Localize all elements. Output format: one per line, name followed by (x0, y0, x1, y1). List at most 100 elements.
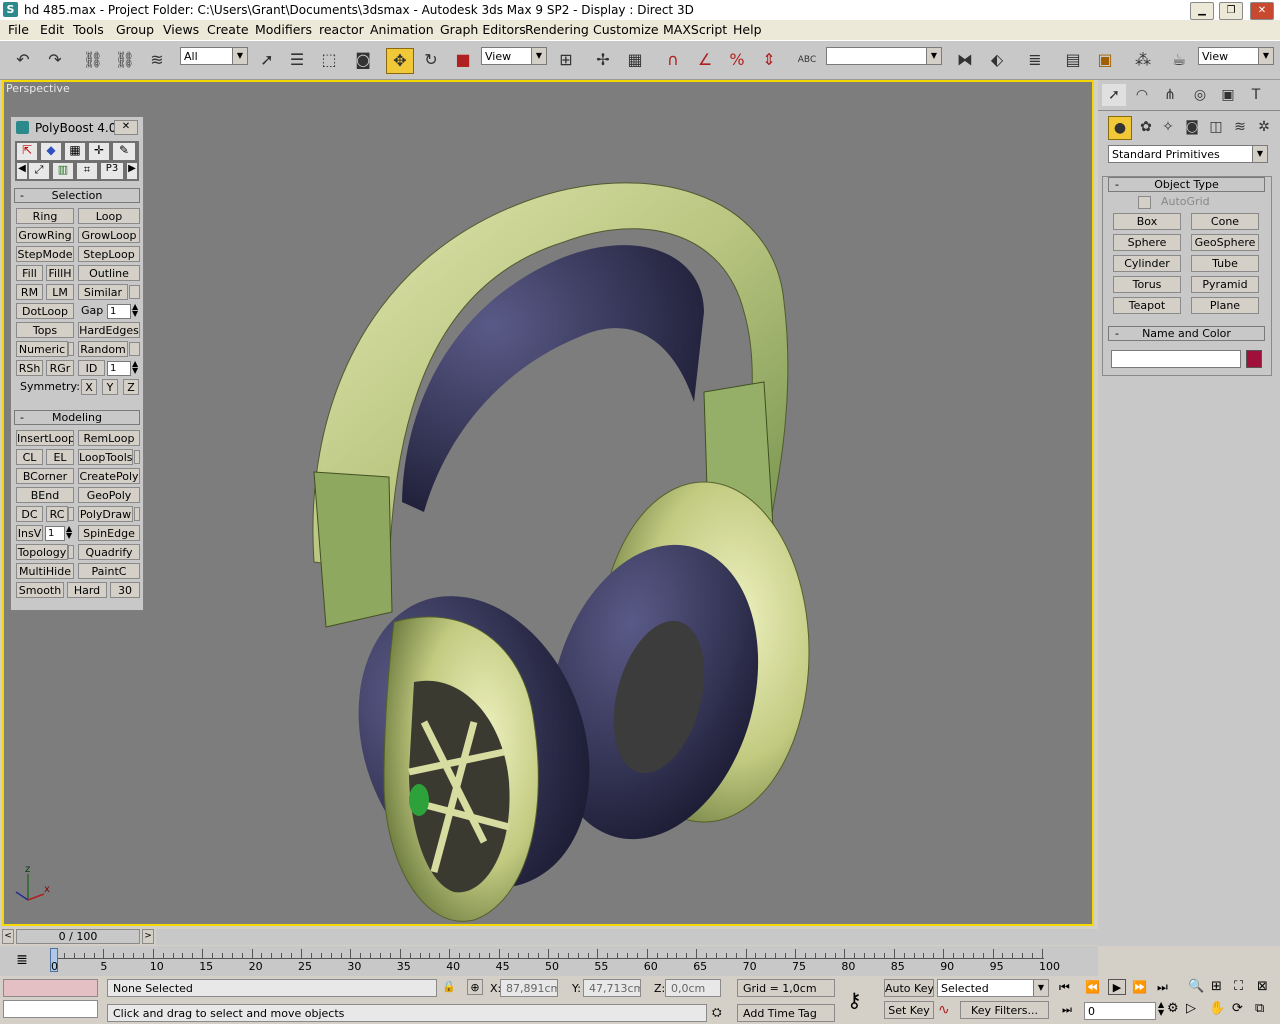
zoom-extents-icon[interactable]: ⛶ (1234, 979, 1243, 994)
quadrify-button[interactable]: Quadrify (78, 544, 140, 560)
symmetry-y-button[interactable]: Y (102, 379, 118, 395)
rc-button[interactable]: RC (46, 506, 68, 522)
pan-icon[interactable]: ✋ (1209, 1001, 1225, 1016)
select-and-move-icon[interactable]: ✥ (386, 48, 414, 74)
symmetry-x-button[interactable]: X (81, 379, 97, 395)
numeric-options-button[interactable] (68, 342, 74, 356)
geosphere-button[interactable]: GeoSphere (1191, 234, 1259, 251)
insv-spinner-arrows-icon[interactable]: ▲ ▼ (66, 525, 72, 540)
paint-mode-icon[interactable]: ✎ (113, 143, 135, 160)
minimize-button[interactable]: ▁ (1190, 2, 1214, 20)
track-bar[interactable]: ≣ 0 5 10 15 20 25 30 35 40 45 50 55 60 65 70 75 80 85 90 95… (0, 946, 1098, 976)
systems-icon[interactable]: ✲ (1252, 116, 1276, 138)
select-and-manipulate-icon[interactable]: ✢ (590, 48, 616, 72)
time-tag-icon[interactable]: ⛭ (712, 1005, 722, 1020)
select-and-scale-icon[interactable]: ■ (450, 48, 476, 72)
percent-snap-icon[interactable]: % (724, 48, 750, 72)
gap-spinner[interactable]: 1 (107, 304, 131, 319)
smooth-angle-button[interactable]: 30 (110, 582, 140, 598)
paintc-button[interactable]: PaintC (78, 563, 140, 579)
mirror-icon[interactable]: ⧓ (952, 48, 978, 72)
zoom-icon[interactable]: 🔍 (1188, 979, 1204, 994)
rc-options-button[interactable] (68, 507, 74, 521)
helpers-icon[interactable]: ◫ (1204, 116, 1228, 138)
next-frame-icon[interactable]: > (142, 929, 154, 944)
box-button[interactable]: Box (1113, 213, 1181, 230)
key-filters-button[interactable]: Key Filters... (960, 1001, 1049, 1019)
menu-edit[interactable]: Edit (40, 22, 64, 37)
sphere-button[interactable]: Sphere (1113, 234, 1181, 251)
topology-options-button[interactable] (68, 545, 74, 559)
y-coordinate-field[interactable]: 47,713cm (583, 979, 641, 997)
fillh-button[interactable]: FillH (46, 265, 74, 281)
menu-animation[interactable]: Animation (370, 22, 434, 37)
material-editor-icon[interactable]: ⁂ (1130, 48, 1156, 72)
redo-icon[interactable]: ↷ (42, 48, 68, 72)
reference-coordinate-dropdown[interactable]: View ▼ (481, 47, 547, 65)
next-frame-icon-btn[interactable]: ⏩ (1132, 980, 1147, 994)
current-frame-field[interactable]: 0 (1084, 1002, 1156, 1020)
id-spinner[interactable]: 1 (107, 361, 131, 376)
undo-icon[interactable]: ↶ (10, 48, 36, 72)
object-type-header[interactable]: - Object Type (1108, 177, 1265, 192)
field-of-view-icon[interactable]: ▷ (1186, 1001, 1196, 1016)
pyramid-button[interactable]: Pyramid (1191, 276, 1259, 293)
maxscript-input-mini[interactable] (3, 1000, 98, 1018)
unlink-icon[interactable]: ⛓ (112, 48, 138, 72)
lights-icon[interactable]: ✧ (1156, 116, 1180, 138)
motion-tab-icon[interactable]: ◎ (1188, 84, 1212, 106)
numeric-button[interactable]: Numeric (16, 341, 68, 357)
looptools-button[interactable]: LoopTools (78, 449, 133, 465)
add-mode-icon[interactable]: ✛ (89, 143, 109, 160)
pb-mode-icon[interactable]: P3 (101, 163, 123, 179)
select-and-link-icon[interactable]: ⛓ (80, 48, 106, 72)
stepmode-button[interactable]: StepMode (16, 246, 74, 262)
rgr-button[interactable]: RGr (46, 360, 74, 376)
time-slider-thumb[interactable]: 0 / 100 (16, 929, 140, 944)
render-scene-icon[interactable]: ☕ (1166, 48, 1192, 72)
similar-button[interactable]: Similar (78, 284, 128, 300)
utilities-tab-icon[interactable]: T (1244, 84, 1268, 106)
create-tab-icon[interactable]: ➚ (1102, 84, 1126, 106)
fill-button[interactable]: Fill (16, 265, 43, 281)
select-and-rotate-icon[interactable]: ↻ (418, 48, 444, 72)
modeling-rollout-header[interactable]: - Modeling (14, 410, 140, 425)
restore-button[interactable]: ❐ (1219, 2, 1243, 20)
geometry-icon[interactable]: ● (1108, 116, 1132, 140)
plane-button[interactable]: Plane (1191, 297, 1259, 314)
polyboost-close-icon[interactable]: ✕ (114, 120, 138, 135)
select-object-icon[interactable]: ➚ (254, 48, 280, 72)
smooth-button[interactable]: Smooth (16, 582, 64, 598)
select-by-name-icon[interactable]: ☰ (284, 48, 310, 72)
polydraw-options-button[interactable] (134, 507, 140, 521)
selection-lock-icon[interactable]: 🔒 (442, 980, 456, 993)
growloop-button[interactable]: GrowLoop (78, 227, 140, 243)
hard-button[interactable]: Hard (67, 582, 107, 598)
time-slider[interactable]: < 0 / 100 > (2, 929, 156, 945)
menu-views[interactable]: Views (163, 22, 199, 37)
display-tab-icon[interactable]: ▣ (1216, 84, 1240, 106)
key-mode-toggle-icon[interactable]: ⏭ (1062, 1003, 1072, 1017)
modify-tab-icon[interactable]: ◠ (1130, 84, 1154, 106)
render-type-dropdown[interactable]: View ▼ (1198, 47, 1274, 65)
set-key-icon[interactable]: ⚷ (847, 988, 862, 1012)
z-coordinate-field[interactable]: 0,0cm (665, 979, 721, 997)
key-mode-dropdown[interactable]: Selected ▼ (937, 979, 1049, 997)
tops-button[interactable]: Tops (16, 322, 74, 338)
default-in-out-tangent-icon[interactable]: ∿ (938, 1002, 950, 1018)
menu-reactor[interactable]: reactor (319, 22, 364, 37)
object-mode-icon[interactable]: ◆ (41, 143, 61, 160)
prev-frame-icon[interactable]: < (2, 929, 14, 944)
hierarchy-tab-icon[interactable]: ⋔ (1158, 84, 1182, 106)
maximize-viewport-icon[interactable]: ⧉ (1255, 1001, 1264, 1016)
menu-rendering[interactable]: Rendering (525, 22, 589, 37)
zoom-extents-all-icon[interactable]: ⊠ (1257, 979, 1268, 994)
play-icon[interactable]: ▶ (1108, 979, 1126, 995)
cylinder-button[interactable]: Cylinder (1113, 255, 1181, 272)
remloop-button[interactable]: RemLoop (78, 430, 140, 446)
random-options-button[interactable] (129, 342, 140, 356)
x-coordinate-field[interactable]: 87,891cm (500, 979, 558, 997)
selection-rollout-header[interactable]: - Selection (14, 188, 140, 203)
looptools-options-button[interactable] (134, 450, 140, 464)
geopoly-button[interactable]: GeoPoly (78, 487, 140, 503)
